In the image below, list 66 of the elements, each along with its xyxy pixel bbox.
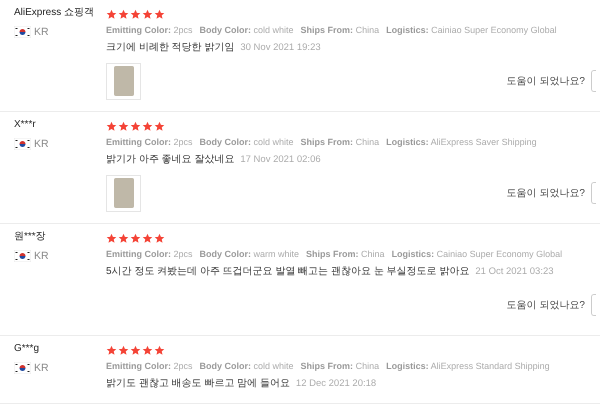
star-icon [142,8,153,20]
product-attribute: Logistics: AliExpress Saver Shipping [386,136,537,149]
review-photo-thumbnail[interactable] [106,62,141,100]
flag-icon [14,138,31,150]
helpful-question: 도움이 되었나요? [506,75,585,88]
product-attribute: Ships From: China [300,136,380,149]
review-text: 밝기가 아주 좋네요 잘샀네요 [106,153,234,167]
star-icon [142,232,153,244]
star-icon [118,8,129,20]
photo-placeholder [114,178,134,208]
product-attribute: Emitting Color: 2pcs [106,24,193,37]
star-icon [118,344,129,356]
country-code: KR [34,362,49,374]
product-attribute: Logistics: AliExpress Standard Shipping [386,360,550,373]
star-icon [106,8,117,20]
product-attribute: Emitting Color: 2pcs [106,136,193,149]
star-icon [106,232,117,244]
star-icon [142,344,153,356]
country-code: KR [34,250,49,262]
reviewer-name: X***r [14,118,37,132]
product-attribute: Body Color: warm white [200,248,300,261]
star-icon [118,120,129,132]
star-icon [130,232,141,244]
review-text: 5시간 정도 켜봤는데 아주 뜨겁더군요 발열 빼고는 괜찮아요 눈 부실정도로 밝아요 [106,265,470,279]
helpful-question: 도움이 되었나요? [506,299,585,312]
product-attribute: Body Color: cold white [200,136,294,149]
vote-button[interactable] [591,182,596,204]
star-icon [142,120,153,132]
star-icon [118,232,129,244]
product-attribute: Body Color: cold white [200,24,294,37]
star-icon [106,344,117,356]
star-icon [130,8,141,20]
helpful-question: 도움이 되었나요? [506,187,585,200]
flag-icon [14,362,31,374]
product-attribute: Body Color: cold white [200,360,294,373]
review-date: 17 Nov 2021 02:06 [240,153,321,167]
country-code: KR [34,138,49,150]
star-icon [154,8,165,20]
flag-icon [14,26,31,38]
product-attribute: Ships From: China [300,360,380,373]
review-date: 30 Nov 2021 19:23 [240,41,321,55]
star-icon [154,120,165,132]
product-attribute: Logistics: Cainiao Super Economy Global [392,248,562,261]
review-date: 12 Dec 2021 20:18 [296,377,376,391]
review-date: 21 Oct 2021 03:23 [475,265,554,279]
star-icon [130,344,141,356]
product-attribute: Ships From: China [300,24,380,37]
vote-button[interactable] [591,294,596,316]
star-icon [154,344,165,356]
review-text: 밝기도 괜찮고 배송도 빠르고 맘에 들어요 [106,377,290,391]
product-attribute: Emitting Color: 2pcs [106,248,193,261]
photo-placeholder [114,66,134,96]
star-icon [130,120,141,132]
product-attribute: Ships From: China [306,248,385,261]
vote-button[interactable] [591,70,596,92]
review-photo-thumbnail[interactable] [106,174,141,212]
flag-icon [14,250,31,262]
star-icon [154,232,165,244]
reviewer-name: AliExpress 쇼핑객 [14,6,96,20]
reviewer-name: 원***장 [14,230,47,244]
product-attribute: Emitting Color: 2pcs [106,360,193,373]
reviewer-name: G***g [14,342,40,356]
star-icon [106,120,117,132]
review-text: 크기에 비례한 적당한 밝기임 [106,41,234,55]
country-code: KR [34,26,49,38]
product-attribute: Logistics: Cainiao Super Economy Global [386,24,557,37]
